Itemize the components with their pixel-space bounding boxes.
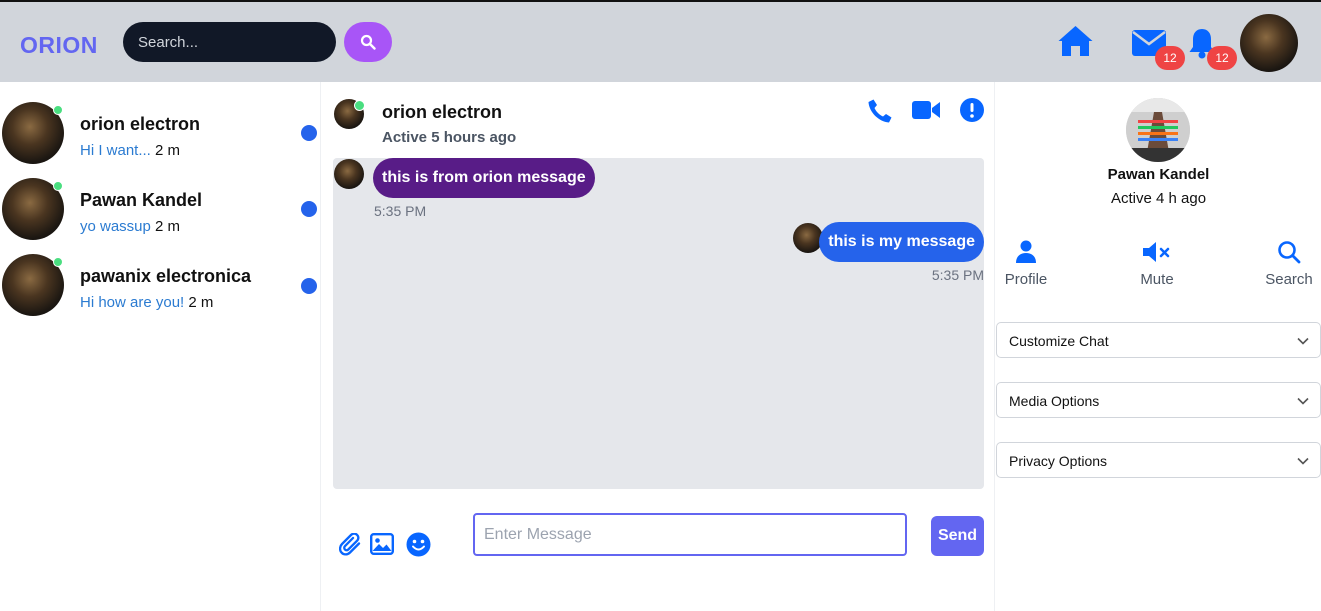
online-indicator <box>53 105 63 115</box>
profile-name: Pawan Kandel <box>1107 166 1210 183</box>
chat-status: Active 5 hours ago <box>382 129 517 146</box>
chat-panel: orion electron Active 5 hours ago this i… <box>322 82 995 611</box>
mute-action-button[interactable]: Mute <box>1117 240 1197 288</box>
phone-icon <box>868 99 892 123</box>
online-indicator <box>53 257 63 267</box>
customize-chat-label: Customize Chat <box>1009 333 1109 349</box>
message-time: 5:35 PM <box>374 203 427 219</box>
message-input[interactable] <box>473 513 907 556</box>
incoming-message: this is from orion message <box>373 158 595 198</box>
search-action-button[interactable]: Search <box>1249 240 1321 288</box>
notifications-badge: 12 <box>1207 46 1237 70</box>
conversation-item[interactable]: pawanix electronica Hi how are you! 2 m <box>0 254 321 330</box>
voice-call-button[interactable] <box>867 98 893 129</box>
profile-avatar <box>1126 98 1190 162</box>
conversation-name: pawanix electronica <box>80 266 252 286</box>
chevron-down-icon <box>1297 457 1309 465</box>
home-button[interactable] <box>1057 24 1094 63</box>
smiley-icon <box>406 532 431 557</box>
emoji-button[interactable] <box>406 532 431 562</box>
image-button[interactable] <box>370 533 395 560</box>
video-call-button[interactable] <box>912 100 940 125</box>
top-navbar: ORION 12 12 <box>0 0 1321 82</box>
message-area: this is from orion message 5:35 PM this … <box>333 158 984 489</box>
sender-avatar <box>334 159 364 189</box>
profile-photo <box>1126 98 1190 162</box>
unread-indicator <box>301 201 317 217</box>
search-icon <box>360 34 376 50</box>
media-options-label: Media Options <box>1009 393 1100 409</box>
privacy-options-label: Privacy Options <box>1009 453 1108 469</box>
chevron-down-icon <box>1297 397 1309 405</box>
chevron-down-icon <box>1297 337 1309 345</box>
attach-button[interactable] <box>338 532 363 562</box>
unread-indicator <box>301 278 317 294</box>
send-button[interactable]: Send <box>931 516 984 556</box>
conversation-list: orion electron Hi I want... 2 m Pawan Ka… <box>0 82 321 611</box>
search-button[interactable] <box>344 22 392 62</box>
conversation-name: orion electron <box>80 114 201 134</box>
mute-icon <box>1143 242 1170 262</box>
info-button[interactable] <box>960 98 984 127</box>
profile-action-label: Profile <box>1004 271 1048 288</box>
conversation-preview: yo wassup 2 m <box>80 218 181 235</box>
mute-action-label: Mute <box>1140 271 1174 288</box>
conversation-preview: Hi I want... 2 m <box>80 142 181 159</box>
image-icon <box>370 533 395 556</box>
user-icon <box>1016 240 1036 263</box>
conversation-item[interactable]: orion electron Hi I want... 2 m <box>0 102 321 178</box>
chat-title: orion electron <box>382 102 503 122</box>
paperclip-icon <box>338 532 361 556</box>
home-icon <box>1058 26 1093 56</box>
profile-action-button[interactable]: Profile <box>986 240 1066 288</box>
media-options-dropdown[interactable]: Media Options <box>996 382 1321 418</box>
user-avatar[interactable] <box>1240 14 1298 72</box>
profile-panel: Pawan Kandel Active 4 h ago Profile Mute… <box>996 82 1321 611</box>
info-icon <box>960 98 984 122</box>
message-time: 5:35 PM <box>931 267 984 283</box>
conversation-name: Pawan Kandel <box>80 190 203 210</box>
video-camera-icon <box>912 101 940 119</box>
customize-chat-dropdown[interactable]: Customize Chat <box>996 322 1321 358</box>
conversation-item[interactable]: Pawan Kandel yo wassup 2 m <box>0 178 321 254</box>
online-indicator <box>354 100 365 111</box>
search-input[interactable] <box>123 22 336 62</box>
unread-indicator <box>301 125 317 141</box>
privacy-options-dropdown[interactable]: Privacy Options <box>996 442 1321 478</box>
online-indicator <box>53 181 63 191</box>
profile-status: Active 4 h ago <box>1110 190 1207 207</box>
conversation-preview: Hi how are you! 2 m <box>80 294 214 311</box>
search-icon <box>1278 241 1301 264</box>
messages-badge: 12 <box>1155 46 1185 70</box>
outgoing-message: this is my message <box>819 222 984 262</box>
app-logo[interactable]: ORION <box>20 32 98 59</box>
search-action-label: Search <box>1265 271 1313 288</box>
